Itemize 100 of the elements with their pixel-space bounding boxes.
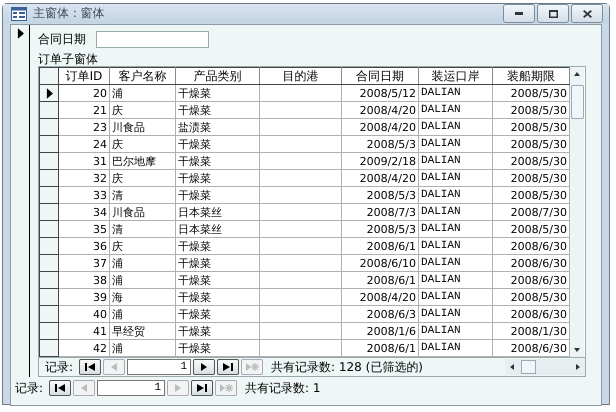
window-title: 主窗体 : 窗体 (33, 5, 105, 22)
row-selector[interactable] (40, 136, 58, 152)
table-cell: DALIAN (421, 206, 461, 218)
column-header[interactable]: 装船期限 (492, 68, 570, 84)
table-cell: 庆 (112, 240, 123, 252)
table-cell: 干燥菜 (178, 104, 211, 116)
row-selector[interactable] (40, 84, 58, 102)
table-cell: 21 (93, 104, 107, 116)
table-cell: 干燥菜 (178, 274, 211, 286)
table-cell: 2008/5/30 (510, 104, 567, 116)
table-cell: 川食品 (112, 206, 145, 218)
table-cell: 干燥菜 (178, 86, 211, 100)
skip-back-icon (53, 383, 68, 393)
row-selector[interactable] (40, 272, 58, 288)
table-cell: 2008/4/20 (360, 172, 416, 184)
table-cell: DALIAN (421, 154, 461, 166)
column-header[interactable]: 装运口岸 (418, 68, 492, 84)
table-cell: 清 (112, 188, 123, 202)
table-cell: 2008/6/30 (510, 256, 567, 270)
table-cell: DALIAN (421, 256, 461, 268)
table-cell: 36 (93, 240, 107, 252)
vertical-scrollbar[interactable] (570, 67, 584, 357)
table-cell: 2008/5/30 (510, 222, 567, 236)
table-cell: 早经贸 (112, 324, 145, 338)
select-all-corner[interactable] (40, 68, 58, 84)
row-selector[interactable] (40, 152, 58, 170)
table-cell: 干燥菜 (178, 324, 211, 338)
table-cell: DALIAN (421, 104, 461, 116)
row-selector[interactable] (40, 204, 58, 220)
row-selector[interactable] (40, 170, 58, 186)
form-icon (11, 6, 27, 20)
skip-forward-icon (221, 362, 236, 372)
column-header[interactable]: 目的港 (260, 68, 342, 84)
table-cell: 37 (93, 256, 107, 270)
table-cell: 海 (112, 290, 123, 304)
column-header[interactable]: 订单ID (58, 68, 110, 84)
table-cell: 浦 (112, 342, 123, 354)
row-selector[interactable] (40, 306, 58, 322)
column-header[interactable]: 产品类别 (176, 68, 260, 84)
row-selector[interactable] (40, 238, 58, 254)
table-cell: 2008/4/20 (360, 120, 416, 134)
row-selector[interactable] (40, 254, 58, 272)
table-cell: 浦 (112, 86, 123, 100)
scroll-down-icon[interactable] (573, 347, 581, 353)
table-cell: 庆 (112, 138, 123, 150)
date-field[interactable] (96, 31, 209, 48)
current-record-icon (16, 28, 24, 39)
first-record-button[interactable] (79, 359, 102, 375)
row-selector[interactable] (40, 102, 58, 118)
scroll-up-icon[interactable] (573, 71, 581, 77)
maximize-button[interactable] (537, 4, 569, 23)
table-cell: DALIAN (421, 222, 461, 234)
scroll-right-icon[interactable] (575, 363, 581, 371)
table-cell: 2009/2/18 (360, 154, 416, 168)
horizontal-scrollbar[interactable] (505, 359, 585, 375)
row-selector[interactable] (40, 288, 58, 306)
table-cell: 2008/4/20 (360, 104, 416, 116)
minimize-button[interactable] (503, 4, 535, 23)
last-record-button[interactable] (217, 359, 240, 375)
table-cell: 庆 (112, 172, 123, 184)
table-cell: 干燥菜 (178, 240, 211, 252)
table-cell: 31 (93, 154, 107, 168)
next-record-button[interactable] (193, 359, 216, 375)
table-cell: DALIAN (421, 342, 461, 354)
minimize-icon (515, 12, 523, 15)
scroll-left-icon[interactable] (509, 363, 515, 371)
column-header[interactable]: 合同日期 (342, 68, 418, 84)
table-cell: 2008/5/3 (366, 138, 416, 150)
table-cell: 浦 (112, 308, 123, 320)
table-cell: 2008/6/30 (510, 342, 567, 354)
scroll-thumb[interactable] (521, 360, 536, 374)
table-cell: DALIAN (421, 240, 461, 252)
table-cell: 38 (93, 274, 107, 286)
scroll-thumb[interactable] (570, 85, 584, 119)
table-cell: 干燥菜 (178, 256, 211, 270)
close-button[interactable] (571, 4, 603, 23)
new-record-icon (245, 362, 260, 372)
table-cell: 24 (93, 138, 107, 150)
record-count: 共有记录数: 1 (245, 380, 321, 396)
row-selector[interactable] (40, 322, 58, 340)
column-header[interactable]: 客户名称 (110, 68, 176, 84)
table-cell: 2008/5/30 (510, 290, 567, 304)
table-cell: DALIAN (421, 188, 461, 200)
table-cell: 33 (93, 188, 107, 202)
table-cell: 2008/6/10 (360, 256, 416, 270)
record-number-field[interactable]: 1 (97, 380, 166, 396)
table-cell: 23 (93, 120, 107, 134)
last-record-button[interactable] (191, 380, 214, 396)
record-number-field[interactable]: 1 (127, 359, 192, 375)
table-cell: 日本菜丝 (178, 206, 222, 218)
row-selector[interactable] (40, 118, 58, 136)
row-selector[interactable] (40, 186, 58, 204)
record-count: 共有记录数: 128 (已筛选的) (271, 358, 423, 376)
row-selector[interactable] (40, 340, 58, 356)
table-cell: 2008/7/30 (510, 206, 567, 218)
row-selector[interactable] (40, 220, 58, 238)
first-record-button[interactable] (49, 380, 72, 396)
table-cell: 2008/1/30 (510, 324, 567, 338)
table-cell: 庆 (112, 104, 123, 116)
skip-forward-icon (195, 383, 210, 393)
